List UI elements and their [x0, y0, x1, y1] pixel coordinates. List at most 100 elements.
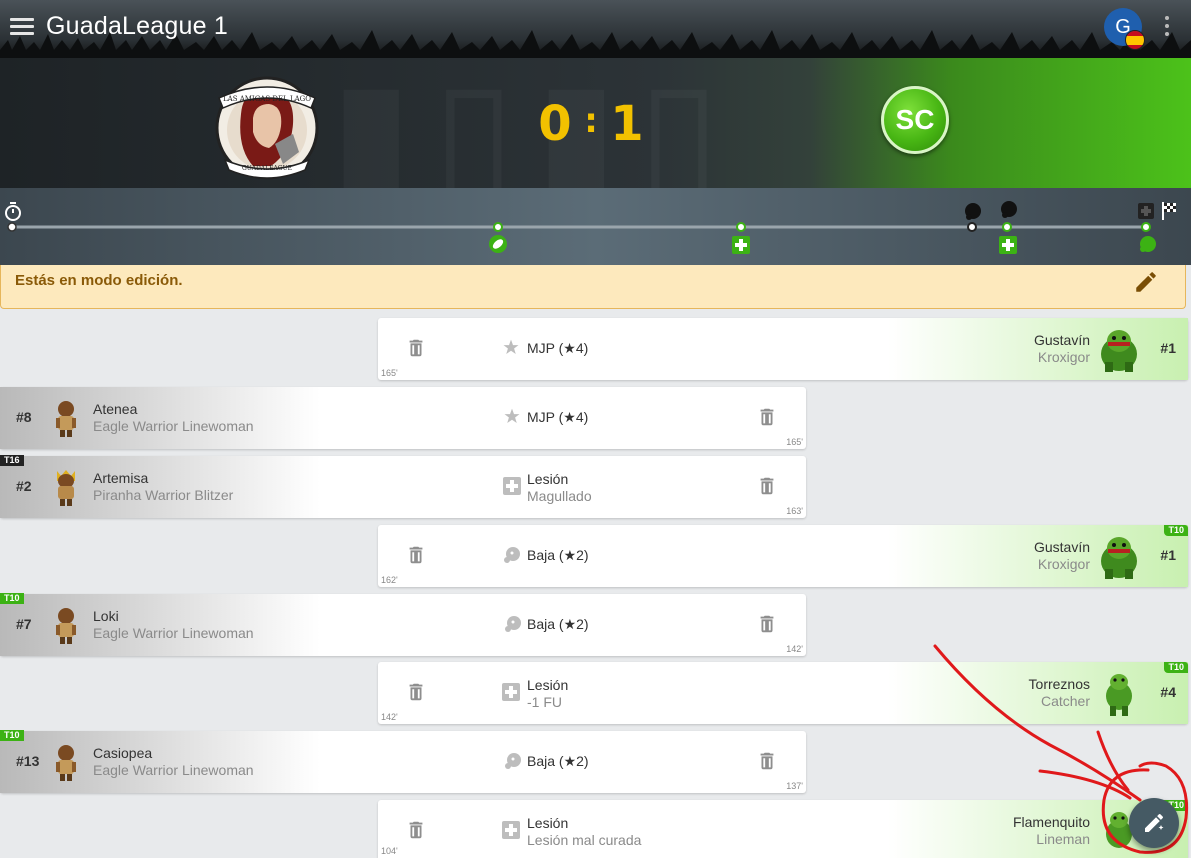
edit-fab-button[interactable]: [1129, 798, 1179, 848]
event-title: MJP (★4): [527, 340, 589, 356]
event-minute: 137': [786, 781, 803, 791]
finish-flag-icon: [1162, 202, 1176, 220]
away-team-logo[interactable]: SC: [881, 86, 949, 154]
casualty-skull-icon: [505, 616, 521, 632]
event-minute: 104': [381, 846, 398, 856]
player-name: Loki: [93, 608, 119, 624]
event-card[interactable]: T16 #2 Artemisa Piranha Warrior Blitzer …: [0, 455, 806, 518]
star-icon: [503, 339, 519, 354]
delete-icon[interactable]: [756, 749, 778, 773]
event-title: MJP (★4): [527, 409, 589, 425]
turn-tag: T10: [1164, 525, 1188, 536]
player-role: Eagle Warrior Linewoman: [93, 762, 254, 778]
player-role: Eagle Warrior Linewoman: [93, 625, 254, 641]
turn-tag: T16: [0, 455, 24, 466]
player-number: #4: [1160, 684, 1176, 700]
turn-tag: T10: [1164, 662, 1188, 673]
edit-mode-text: Estás en modo edición.: [15, 272, 183, 289]
team-highlight: [888, 662, 1188, 724]
more-vert-icon[interactable]: [1160, 16, 1174, 42]
event-title: Lesión: [527, 471, 569, 487]
player-number: #2: [16, 478, 32, 494]
lizardman-catcher-portrait: [1106, 674, 1132, 716]
event-card[interactable]: #8 Atenea Eagle Warrior Linewoman MJP (★…: [0, 387, 806, 449]
player-number: #1: [1160, 340, 1176, 356]
delete-icon[interactable]: [405, 818, 427, 842]
pencil-icon[interactable]: [1133, 269, 1159, 295]
event-card[interactable]: T10 Lesión Lesión mal curada Flamenquito…: [378, 800, 1188, 858]
eagle-warrior-portrait: [56, 401, 76, 437]
event-minute: 165': [381, 368, 398, 378]
event-card[interactable]: MJP (★4) Gustavín Kroxigor #1 165': [378, 318, 1188, 380]
event-card[interactable]: T10 Baja (★2) Gustavín Kroxigor #1 162': [378, 525, 1188, 587]
delete-icon[interactable]: [756, 405, 778, 429]
player-name: Gustavín: [1033, 539, 1090, 555]
player-name: Artemisa: [93, 470, 149, 486]
eagle-warrior-portrait: [56, 745, 76, 781]
delete-icon[interactable]: [405, 543, 427, 567]
injury-cross-icon: [502, 821, 520, 839]
timeline-start-marker: [7, 222, 17, 232]
player-role: Catcher: [1040, 693, 1090, 709]
event-card[interactable]: T10 Lesión -1 FU Torreznos Catcher #4 14…: [378, 662, 1188, 724]
player-number: #8: [16, 409, 32, 425]
event-minute: 162': [381, 575, 398, 585]
event-title: Baja (★2): [527, 753, 589, 769]
score-separator: :: [584, 101, 598, 141]
hamburger-menu-icon[interactable]: [10, 18, 34, 36]
svg-text:GUADALEAGUE: GUADALEAGUE: [242, 165, 292, 172]
background-watermark: ▮▯▮▯: [330, 58, 740, 188]
app-title: GuadaLeague 1: [46, 12, 228, 40]
event-minute: 142': [381, 712, 398, 722]
spain-flag-icon: [1125, 30, 1145, 50]
player-number: #7: [16, 616, 32, 632]
eagle-warrior-portrait: [56, 608, 76, 644]
magic-edit-icon: [1145, 813, 1164, 832]
piranha-warrior-portrait: [57, 470, 75, 506]
match-scoreboard: ▮▯▮▯ LAS AMIGAS DEL LAGO GUADALEAGUE 0 :…: [0, 58, 1191, 188]
player-role: Eagle Warrior Linewoman: [93, 418, 254, 434]
player-name: Casiopea: [93, 745, 153, 761]
injury-cross-icon: [502, 683, 520, 701]
event-detail: Lesión mal curada: [527, 832, 642, 848]
player-name: Gustavín: [1033, 332, 1090, 348]
event-minute: 165': [786, 437, 803, 447]
home-score: 0: [538, 96, 572, 152]
event-card[interactable]: T10 #7 Loki Eagle Warrior Linewoman Baja…: [0, 593, 806, 656]
match-timeline: [0, 188, 1191, 265]
app-bar: GuadaLeague 1 G: [0, 0, 1191, 58]
player-number: #1: [1160, 547, 1176, 563]
event-minute: 142': [786, 644, 803, 654]
score-display: 0 : 1: [538, 94, 643, 154]
player-name: Atenea: [93, 401, 138, 417]
event-detail: Magullado: [527, 488, 592, 504]
turn-tag: T10: [0, 593, 24, 604]
event-title: Lesión: [527, 677, 569, 693]
event-card[interactable]: T10 #13 Casiopea Eagle Warrior Linewoman…: [0, 730, 806, 793]
player-number: #13: [16, 753, 40, 769]
star-icon: [504, 408, 520, 423]
kroxigor-portrait: [1101, 330, 1137, 372]
turn-tag: T10: [0, 730, 24, 741]
delete-icon[interactable]: [756, 612, 778, 636]
casualty-skull-icon: [505, 753, 521, 769]
event-title: Baja (★2): [527, 616, 589, 632]
player-role: Kroxigor: [1037, 349, 1090, 365]
event-minute: 163': [786, 506, 803, 516]
casualty-skull-icon: [504, 547, 520, 563]
player-role: Piranha Warrior Blitzer: [93, 487, 234, 503]
home-team-logo[interactable]: LAS AMIGAS DEL LAGO GUADALEAGUE: [213, 74, 321, 182]
delete-icon[interactable]: [405, 680, 427, 704]
injury-cross-icon: [503, 477, 521, 495]
delete-icon[interactable]: [756, 474, 778, 498]
event-title: Lesión: [527, 815, 569, 831]
edit-mode-banner: Estás en modo edición.: [0, 265, 1186, 309]
kroxigor-portrait: [1101, 537, 1137, 579]
event-detail: -1 FU: [527, 694, 562, 710]
stopwatch-icon: [5, 202, 21, 221]
player-name: Flamenquito: [1012, 814, 1090, 830]
player-name: Torreznos: [1028, 676, 1090, 692]
svg-text:LAS AMIGAS DEL LAGO: LAS AMIGAS DEL LAGO: [223, 95, 311, 103]
delete-icon[interactable]: [405, 336, 427, 360]
player-role: Kroxigor: [1037, 556, 1090, 572]
